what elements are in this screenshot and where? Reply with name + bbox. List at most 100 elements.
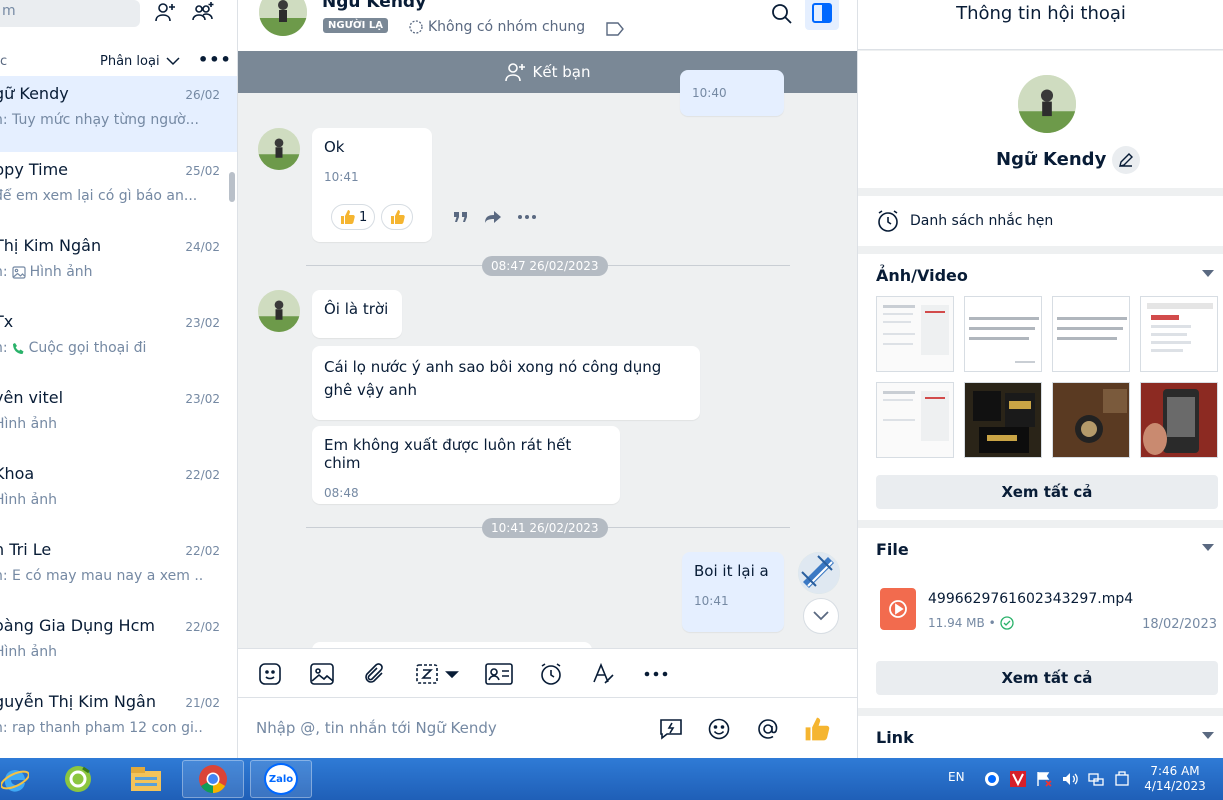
conversation-name: n Tri Le [0,540,52,559]
quote-icon[interactable] [453,210,469,224]
search-input[interactable]: m [2,3,16,19]
media-thumbnail[interactable] [1140,296,1218,372]
conversation-item[interactable]: Thị Kim Ngân 24/02 n:Hình ảnh [0,228,237,304]
edit-pencil-icon[interactable] [1112,146,1140,174]
common-group-info[interactable]: Không có nhóm chung [408,19,585,35]
classify-dropdown[interactable]: Phân loại [100,54,180,69]
profile-name: Ngữ Kendy [996,149,1107,170]
system-clock[interactable]: 7:46 AM 4/14/2023 [1140,764,1210,794]
zalo-tray-icon[interactable] [984,771,1000,787]
conversation-name: ppy Time [0,160,69,179]
message-bubble[interactable]: Boi it lại a 10:41 [682,552,784,632]
conversation-time: 26/02 [185,88,220,102]
action-center-icon[interactable] [1114,771,1130,787]
create-group-icon[interactable] [190,0,216,24]
conversation-item[interactable]: Khoa 22/02 Hình ảnh [0,456,237,532]
collapse-caret-icon[interactable] [1202,544,1214,551]
conversation-item[interactable]: oàng Gia Dụng Hcm 22/02 Hình ảnh [0,608,237,684]
reminder-clock-icon[interactable] [538,661,564,687]
avatar[interactable] [258,128,300,170]
attachment-icon[interactable] [362,661,388,687]
conversation-item[interactable]: yên vitel 23/02 Hình ảnh [0,380,237,456]
add-friend-icon[interactable] [153,0,177,24]
media-thumbnail[interactable] [1052,382,1130,458]
phone-icon [12,342,24,354]
media-thumbnail[interactable] [876,296,954,372]
image-icon[interactable] [309,661,335,687]
message-bubble[interactable]: Cái lọ nước ý anh sao bôi xong nó công d… [312,346,700,420]
message-bubble[interactable]: Em không xuất được luôn rát hết chim 08:… [312,426,620,504]
media-thumbnail[interactable] [964,382,1042,458]
reaction-count-chip[interactable]: 1 [331,204,376,230]
quick-message-icon[interactable] [658,716,684,742]
filter-all-tab[interactable]: ác [0,54,7,69]
view-all-media-button[interactable]: Xem tất cả [876,475,1218,509]
chrome-icon[interactable] [182,760,244,798]
conversation-item[interactable]: n Tri Le 22/02 n: E có may mau nay a xem… [0,532,237,608]
more-icon[interactable]: ••• [198,50,232,69]
file-size: 11.94 MB • [928,616,1014,630]
conversation-time: 22/02 [185,544,220,558]
network-icon[interactable] [1088,771,1104,787]
search-box[interactable]: m [0,0,140,27]
media-thumbnail[interactable] [876,382,954,458]
text-format-icon[interactable] [590,661,616,687]
media-title: Ảnh/Video [876,266,968,285]
tag-icon[interactable] [606,22,624,36]
contact-card-icon[interactable] [484,661,514,687]
chat-header: Ngữ Kendy NGƯỜI LẠ Không có nhóm chung [238,0,857,51]
avatar[interactable] [258,290,300,332]
conversation-name: Thị Kim Ngân [0,236,102,255]
conversation-item[interactable]: gữ Kendy 26/02 n: Tuy mức nhạy từng ngườ… [0,76,237,152]
file-explorer-icon[interactable] [124,760,168,798]
search-icon[interactable] [770,2,794,26]
conversation-preview: n:Cuộc gọi thoại đi [0,340,147,356]
v-tray-icon[interactable] [1010,771,1026,787]
more-icon[interactable] [517,214,537,220]
send-like-icon[interactable] [804,716,830,742]
message-text: Cái lọ nước ý anh sao bôi xong nó công d… [324,358,662,399]
add-friend-label: Kết bạn [532,63,591,81]
info-panel-toggle-icon[interactable] [805,0,839,30]
language-indicator[interactable]: EN [948,770,965,784]
zalo-app-icon[interactable]: Zalo [250,760,312,798]
mention-icon[interactable] [755,716,781,742]
video-file-icon[interactable] [880,588,916,630]
file-name[interactable]: 4996629761602343297.mp4 [928,591,1133,607]
coccoc-browser-icon[interactable] [58,760,98,798]
collapse-caret-icon[interactable] [1202,270,1214,277]
media-thumbnail[interactable] [1140,382,1218,458]
media-thumbnail[interactable] [1052,296,1130,372]
media-thumbnail[interactable] [964,296,1042,372]
list-scrollbar[interactable] [229,172,235,202]
add-reaction-button[interactable] [381,204,414,230]
conversation-item[interactable]: ppy Time 25/02 để em xem lại có gì báo a… [0,152,237,228]
conversation-item[interactable]: guyễn Thị Kim Ngân 21/02 n: rap thanh ph… [0,684,237,758]
message-input[interactable] [256,719,636,737]
my-avatar[interactable] [798,552,840,594]
scroll-down-icon[interactable] [803,598,839,634]
message-bubble[interactable]: Ôi là trời [312,290,402,338]
windows-taskbar: Zalo EN 7:46 AM 4/14/2023 [0,758,1223,800]
conversation-time: 24/02 [185,240,220,254]
flag-tray-icon[interactable] [1036,771,1052,787]
reminder-section[interactable]: Danh sách nhắc hẹn [858,196,1223,246]
screenshot-icon[interactable] [414,661,462,687]
avatar[interactable] [1018,75,1076,133]
forward-icon[interactable] [484,210,502,224]
message-time: 08:48 [324,486,359,500]
internet-explorer-icon[interactable] [0,760,30,798]
conversation-info-panel: Thông tin hội thoại Ngữ Kendy Danh sách … [857,0,1223,758]
conversation-item[interactable]: Tx 23/02 n:Cuộc gọi thoại đi [0,304,237,380]
view-all-files-button[interactable]: Xem tất cả [876,661,1218,695]
collapse-caret-icon[interactable] [1202,732,1214,739]
message-bubble[interactable]: 10:40 [680,70,784,116]
more-icon[interactable] [643,661,669,687]
conversation-preview: n: rap thanh pham 12 con gi... [0,720,204,736]
emoji-icon[interactable] [706,716,732,742]
avatar[interactable] [259,0,307,36]
conversation-time: 22/02 [185,620,220,634]
volume-icon[interactable] [1062,771,1078,787]
sticker-icon[interactable] [257,661,283,687]
chat-title: Ngữ Kendy [322,0,427,12]
